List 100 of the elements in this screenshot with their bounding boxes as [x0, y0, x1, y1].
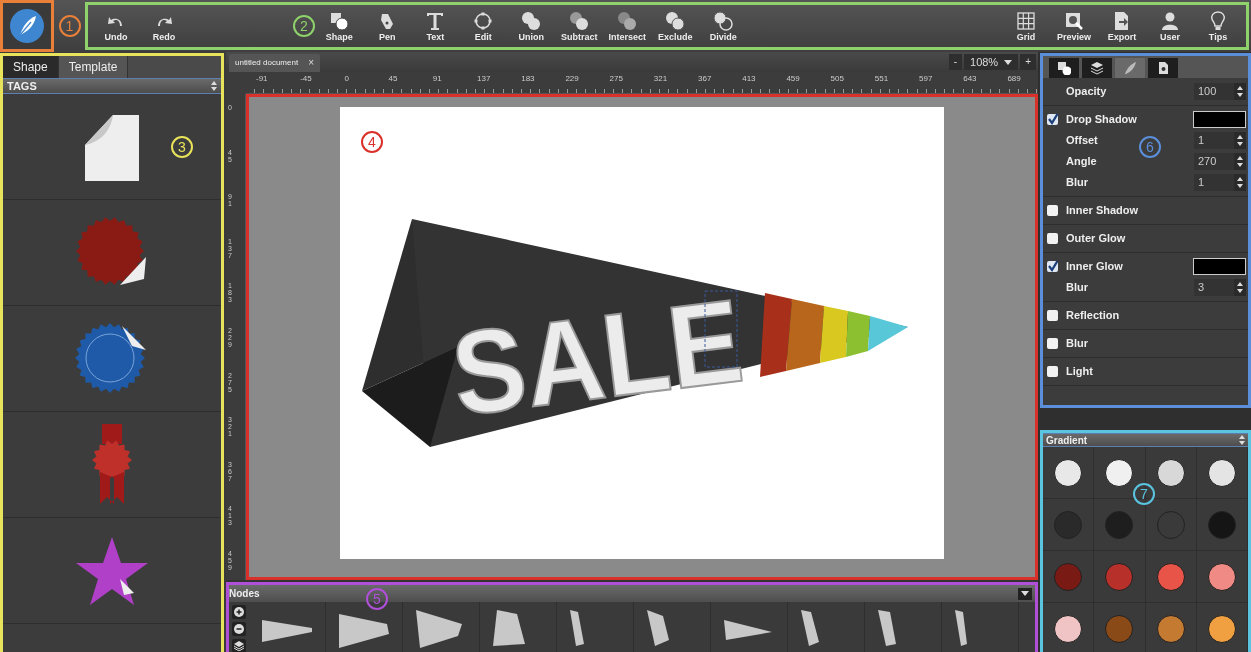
gradient-swatch[interactable]	[1054, 614, 1083, 643]
gradient-swatch[interactable]	[1054, 510, 1083, 539]
color-swatch[interactable]	[1193, 111, 1246, 128]
toolbar-button[interactable]: Union	[507, 9, 556, 43]
panel-menu-button[interactable]	[1018, 587, 1032, 600]
pennant-drawing[interactable]	[362, 219, 908, 447]
tab-title[interactable]: untitled document	[235, 57, 299, 69]
toolbar-button[interactable]: Grid	[1002, 9, 1050, 43]
gradient-select[interactable]: Gradient	[1043, 433, 1248, 447]
callout-marker: 1	[58, 15, 81, 37]
toolbar-button[interactable]: Redo	[140, 9, 188, 43]
checkbox[interactable]	[1047, 338, 1058, 349]
gradient-swatch[interactable]	[1156, 458, 1185, 487]
checkbox[interactable]	[1047, 114, 1058, 125]
toolbar-button[interactable]: Subtract	[555, 9, 604, 43]
ruler-label: 689	[1007, 75, 1021, 83]
layers-icon	[234, 641, 244, 651]
feather-icon	[1123, 61, 1137, 75]
ruler-label: 505	[830, 75, 844, 83]
zoom-out-button[interactable]: -	[948, 54, 962, 70]
two-circles-icon	[712, 9, 735, 32]
gradient-swatch[interactable]	[1207, 614, 1236, 643]
gradient-swatch[interactable]	[1105, 614, 1134, 643]
setting-label: Offset	[1066, 133, 1098, 149]
toolbar-button[interactable]: Divide	[699, 9, 748, 43]
updown-arrows-icon	[1237, 282, 1243, 293]
ruler-label: 45	[388, 75, 398, 83]
checkbox[interactable]	[1047, 233, 1058, 244]
panel-tab[interactable]: Shape	[3, 56, 59, 78]
ruler-label: 91	[432, 75, 442, 83]
toolbar-button[interactable]: User	[1146, 9, 1194, 43]
updown-arrows-icon	[211, 81, 217, 91]
panel-tab[interactable]	[1148, 58, 1178, 78]
gradient-swatch[interactable]	[1105, 510, 1134, 539]
ruler-label: 229	[565, 75, 579, 83]
layers-button[interactable]	[232, 639, 246, 652]
ruler-label: 597	[919, 75, 933, 83]
updown-arrows-icon	[1237, 86, 1243, 97]
color-swatch[interactable]	[1193, 258, 1246, 275]
two-circles-icon	[520, 9, 543, 32]
effect-label: Inner Shadow	[1066, 203, 1139, 219]
two-circles-icon	[568, 9, 591, 32]
ruler-label: 275	[609, 75, 623, 83]
updown-arrows-icon	[1239, 435, 1245, 445]
toolbar-button[interactable]: Tips	[1194, 9, 1242, 43]
ruler-label: 321	[653, 75, 668, 83]
toolbar-button[interactable]: Edit	[459, 9, 508, 43]
callout-marker: 7	[1133, 483, 1155, 505]
gradient-swatch[interactable]	[1207, 510, 1236, 539]
zoom-select[interactable]: 108%	[964, 54, 1019, 70]
setting-label: Opacity	[1066, 84, 1107, 100]
gradient-swatch[interactable]	[1054, 458, 1083, 487]
effect-label: Blur	[1066, 336, 1088, 352]
toolbar-button[interactable]: Export	[1098, 9, 1146, 43]
callout-marker: 6	[1139, 136, 1161, 158]
gradient-swatch[interactable]	[1156, 614, 1185, 643]
callout-marker: 3	[171, 136, 193, 158]
callout-marker: 2	[293, 15, 315, 37]
checkbox[interactable]	[1047, 205, 1058, 216]
grid-icon	[1015, 9, 1037, 32]
panel-tab[interactable]	[1049, 58, 1079, 78]
toolbar-button[interactable]: Pen	[363, 9, 412, 43]
setting-label: Blur	[1066, 175, 1088, 191]
effect-label: Drop Shadow	[1066, 112, 1137, 128]
gradient-swatch[interactable]	[1054, 562, 1083, 591]
remove-button[interactable]	[232, 622, 246, 636]
document-gear-icon	[1156, 61, 1170, 75]
zoom-in-button[interactable]: +	[1020, 54, 1036, 70]
gradient-swatch[interactable]	[1105, 562, 1134, 591]
toolbar-button[interactable]: Text	[411, 9, 460, 43]
effect-label: Light	[1066, 364, 1093, 380]
checkbox[interactable]	[1047, 310, 1058, 321]
ruler-label: 459	[786, 75, 800, 83]
ruler-label: 183	[521, 75, 535, 83]
toolbar-button[interactable]: Exclude	[651, 9, 700, 43]
toolbar-button[interactable]: Shape	[315, 9, 364, 43]
updown-arrows-icon	[1237, 156, 1243, 167]
checkbox[interactable]	[1047, 261, 1058, 272]
toolbar-button[interactable]: Preview	[1050, 9, 1098, 43]
toolbar-button[interactable]: Undo	[92, 9, 140, 43]
gradient-swatch[interactable]	[1105, 458, 1134, 487]
panel-title: Nodes	[229, 587, 260, 601]
panel-tab[interactable]	[1082, 58, 1112, 78]
gradient-swatch[interactable]	[1156, 562, 1185, 591]
checkbox[interactable]	[1047, 366, 1058, 377]
ruler-label: -91	[256, 75, 268, 83]
close-tab-button[interactable]: ×	[308, 58, 314, 68]
toolbar-button[interactable]: Intersect	[603, 9, 652, 43]
add-button[interactable]	[232, 605, 246, 619]
document-tab[interactable]: untitled document ×	[229, 54, 320, 72]
gradient-swatch[interactable]	[1207, 562, 1236, 591]
setting-label: Blur	[1066, 280, 1088, 296]
feather-logo-icon[interactable]	[9, 8, 45, 44]
ruler-label: 551	[874, 75, 889, 83]
panel-tab[interactable]: Template	[58, 56, 129, 78]
ruler-label: 137	[477, 75, 491, 83]
updown-arrows-icon	[1237, 135, 1243, 146]
category-select[interactable]: TAGS	[3, 78, 221, 94]
callout-marker: 5	[366, 588, 388, 610]
gradient-swatch[interactable]	[1207, 458, 1236, 487]
